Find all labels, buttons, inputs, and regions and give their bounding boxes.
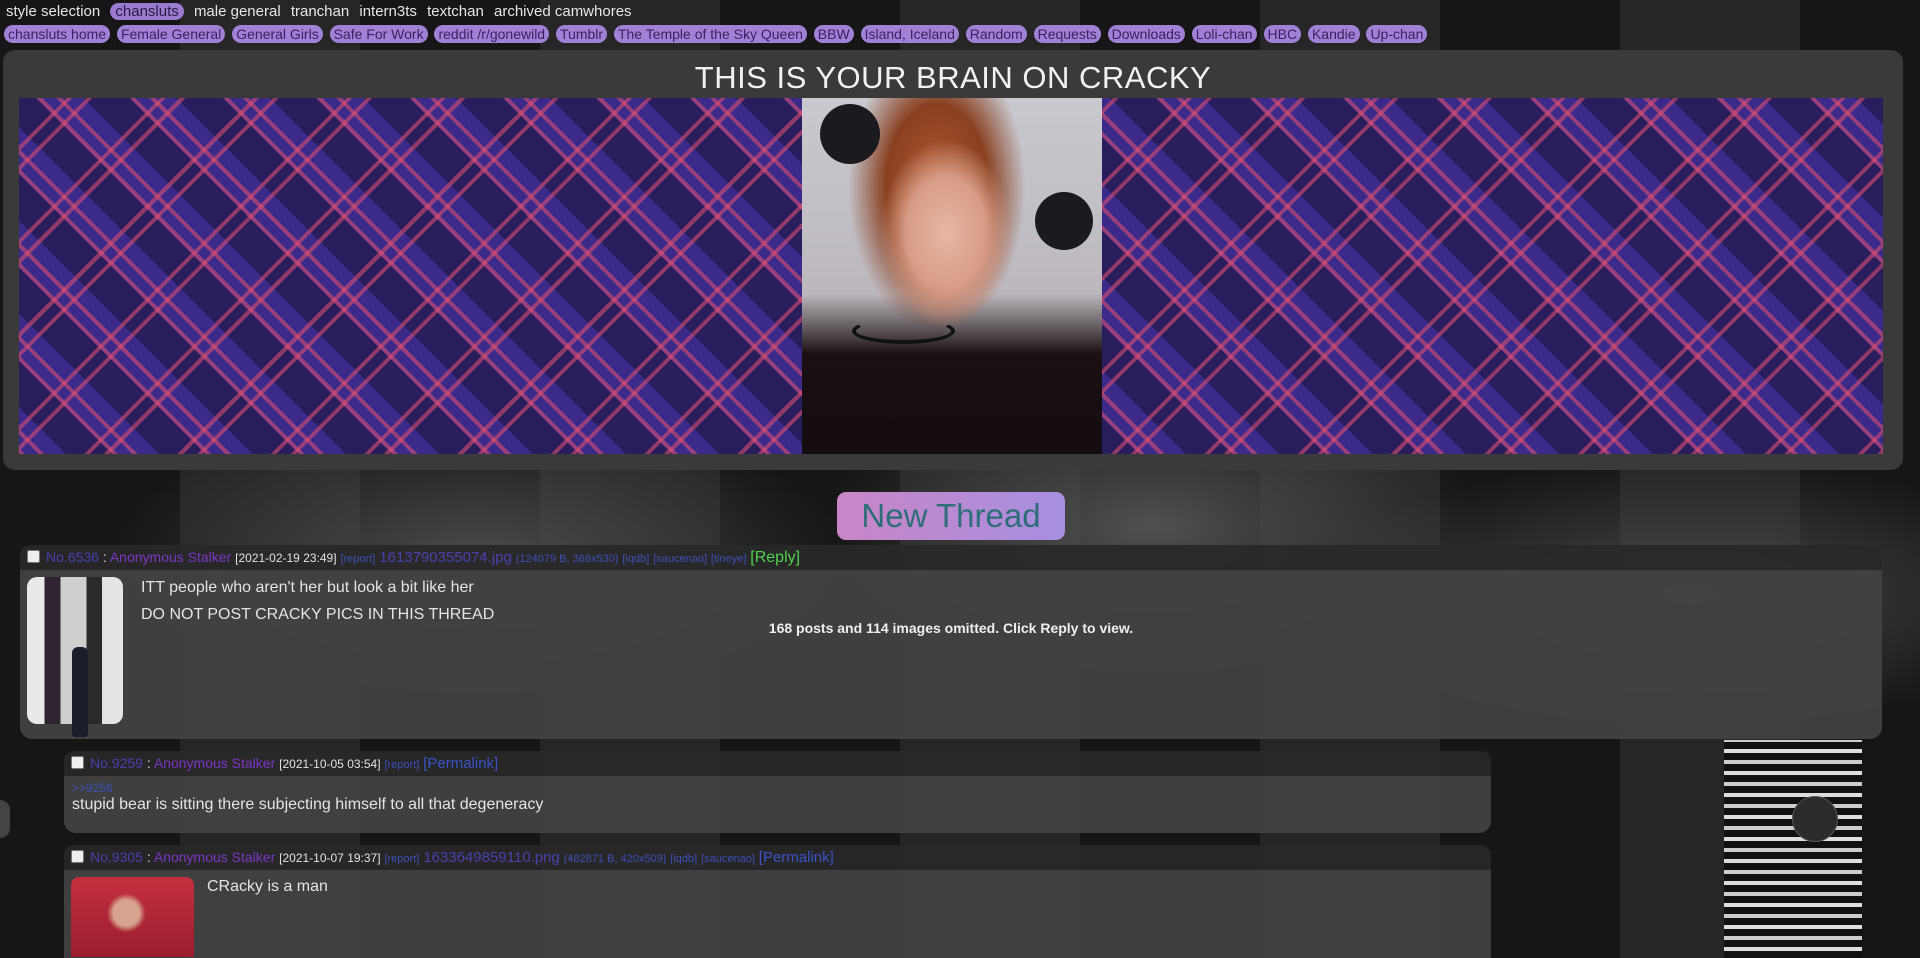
post-number[interactable]: No.9305 xyxy=(90,849,143,865)
permalink[interactable]: [Permalink] xyxy=(759,849,834,866)
post-header: No.9305 : Anonymous Stalker [2021-10-07 … xyxy=(64,845,1491,870)
post-message: stupid bear is sitting there subjecting … xyxy=(72,796,544,813)
thread-thumbnail[interactable] xyxy=(27,577,123,737)
board-link[interactable]: Downloads xyxy=(1107,25,1185,43)
post-number[interactable]: No.9259 xyxy=(90,755,143,771)
post-header: No.9259 : Anonymous Stalker [2021-10-05 … xyxy=(64,751,1491,776)
board-link[interactable]: Island, Iceland xyxy=(860,25,959,43)
style-male-general-link[interactable]: male general xyxy=(194,3,281,20)
post-header: No.6536 : Anonymous Stalker [2021-02-19 … xyxy=(20,545,1882,570)
post-body: CRacky is a man xyxy=(64,870,1491,958)
post-body: ITT people who aren't her but look a bit… xyxy=(20,570,1882,739)
cat-ear-right xyxy=(1035,192,1093,250)
board-link[interactable]: BBW xyxy=(813,25,854,43)
reply-link[interactable]: [Reply] xyxy=(750,549,800,566)
style-selection-link[interactable]: style selection xyxy=(6,3,100,20)
post-checkbox[interactable] xyxy=(71,850,84,863)
reply-post: No.9259 : Anonymous Stalker [2021-10-05 … xyxy=(64,751,1491,833)
post-message: CRacky is a man xyxy=(207,878,328,895)
post-body: >>9256 stupid bear is sitting there subj… xyxy=(64,776,1491,833)
side-tab[interactable] xyxy=(0,800,10,838)
report-link[interactable]: [report] xyxy=(384,853,419,865)
floating-avatar-icon[interactable] xyxy=(1792,796,1838,842)
post-number[interactable]: No.6536 xyxy=(46,549,99,565)
post-checkbox[interactable] xyxy=(27,550,40,563)
site-title: THIS IS YOUR BRAIN ON CRACKY xyxy=(694,60,1212,95)
post-line: ITT people who aren't her but look a bit… xyxy=(141,579,474,596)
style-archived-camwhores-link[interactable]: archived camwhores xyxy=(494,3,632,20)
saucenao-link[interactable]: [saucenao] xyxy=(701,853,755,865)
file-link[interactable]: 1613790355074.jpg xyxy=(379,549,512,566)
board-link[interactable]: HBC xyxy=(1263,25,1302,43)
board-link[interactable]: Kandie xyxy=(1307,25,1360,43)
post-date: [2021-10-07 19:37] xyxy=(279,851,381,865)
thumbnail-figure xyxy=(72,647,88,737)
report-link[interactable]: [report] xyxy=(340,553,375,565)
board-link[interactable]: The Temple of the Sky Queen xyxy=(613,25,807,43)
style-nav: style selection chansluts male general t… xyxy=(6,3,638,20)
poster-name: Anonymous Stalker xyxy=(153,849,276,865)
new-thread-button[interactable]: New Thread xyxy=(837,492,1065,540)
board-links: chansluts home Female General General Gi… xyxy=(4,25,1430,43)
poster-name: Anonymous Stalker xyxy=(109,549,232,565)
file-info: (124079 B, 368x530) xyxy=(515,553,619,565)
cat-ear-left xyxy=(820,104,880,164)
board-link[interactable]: Requests xyxy=(1033,25,1101,43)
reply-thumbnail[interactable] xyxy=(71,877,194,957)
board-link[interactable]: Tumblr xyxy=(556,25,608,43)
reply-post: No.9305 : Anonymous Stalker [2021-10-07 … xyxy=(64,845,1491,958)
board-link[interactable]: General Girls xyxy=(232,25,323,43)
board-link[interactable]: Loli-chan xyxy=(1191,25,1257,43)
board-link[interactable]: Up-chan xyxy=(1366,25,1428,43)
post-date: [2021-10-05 03:54] xyxy=(279,757,381,771)
poster-name: Anonymous Stalker xyxy=(153,755,276,771)
report-link[interactable]: [report] xyxy=(384,759,419,771)
board-link[interactable]: chansluts home xyxy=(4,25,111,43)
iqdb-link[interactable]: [iqdb] xyxy=(670,853,697,865)
board-link[interactable]: reddit /r/gonewild xyxy=(434,25,550,43)
board-link[interactable]: Random xyxy=(965,25,1027,43)
collar xyxy=(852,318,955,344)
post-date: [2021-02-19 23:49] xyxy=(235,551,337,565)
style-tranchan-link[interactable]: tranchan xyxy=(291,3,349,20)
omitted-notice: 168 posts and 114 images omitted. Click … xyxy=(768,620,1134,636)
qr-code-image xyxy=(1724,740,1862,958)
file-link[interactable]: 1633649859110.png xyxy=(423,849,560,866)
permalink[interactable]: [Permalink] xyxy=(423,755,498,772)
saucenao-link[interactable]: [saucenao] xyxy=(653,553,707,565)
board-link[interactable]: Safe For Work xyxy=(329,25,428,43)
post-checkbox[interactable] xyxy=(71,756,84,769)
style-chansluts-link[interactable]: chansluts xyxy=(110,3,184,20)
tineye-link[interactable]: [tineye] xyxy=(711,553,746,565)
style-intern3ts-link[interactable]: intern3ts xyxy=(359,3,417,20)
style-textchan-link[interactable]: textchan xyxy=(427,3,484,20)
thread-op: No.6536 : Anonymous Stalker [2021-02-19 … xyxy=(20,545,1882,739)
file-info: (482871 B, 420x509) xyxy=(563,853,667,865)
board-link[interactable]: Female General xyxy=(116,25,226,43)
iqdb-link[interactable]: [iqdb] xyxy=(622,553,649,565)
